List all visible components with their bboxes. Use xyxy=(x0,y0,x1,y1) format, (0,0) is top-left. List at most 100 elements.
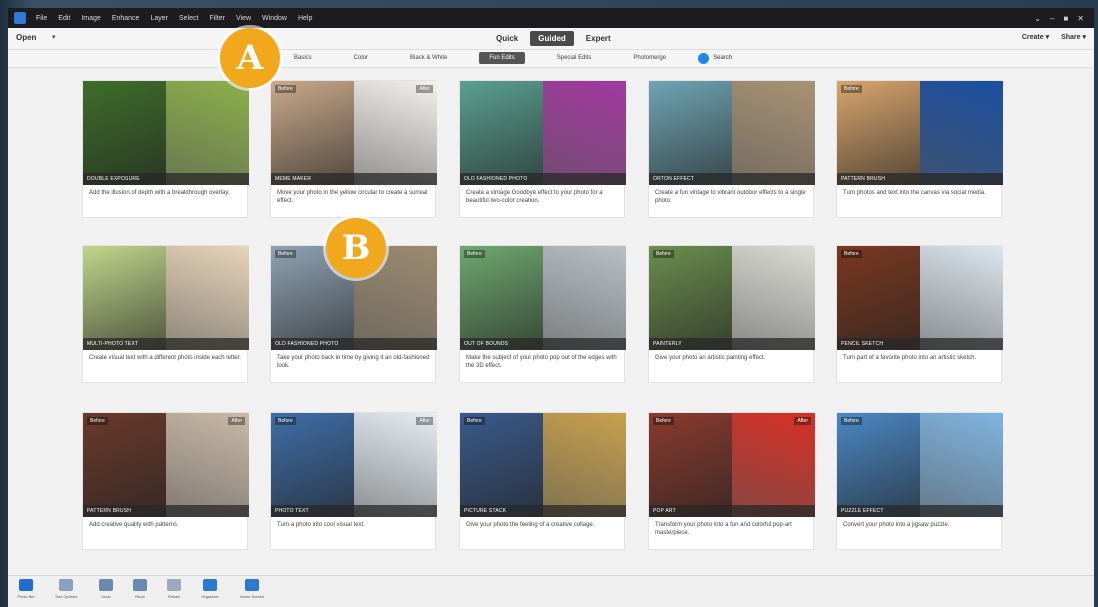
before-chip: Before xyxy=(464,250,485,258)
menu-file[interactable]: File xyxy=(36,15,47,22)
tab-color[interactable]: Color xyxy=(344,52,378,64)
minimize-icon[interactable]: – xyxy=(1050,14,1054,23)
taskbar-item[interactable]: Rotate xyxy=(160,579,188,599)
card-title: PATTERN BRUSH xyxy=(83,505,249,517)
after-image xyxy=(166,246,249,350)
taskbar-icon xyxy=(167,579,181,591)
card-description: Give your photo an artistic painting eff… xyxy=(655,355,766,361)
after-image xyxy=(920,413,1003,517)
close-icon[interactable]: ✕ xyxy=(1077,14,1084,23)
guided-edit-card[interactable]: Before PATTERN BRUSH Turn photos and text … xyxy=(836,80,1003,218)
menu-edit[interactable]: Edit xyxy=(58,15,70,22)
search-control[interactable]: Search xyxy=(698,52,732,64)
card-description: Create a fun vintage to vibrant outdoor … xyxy=(655,190,806,204)
after-image xyxy=(920,81,1003,185)
after-image xyxy=(166,81,249,185)
open-button[interactable]: Open xyxy=(16,33,36,42)
create-button[interactable]: Create ▾ xyxy=(1022,33,1049,41)
guided-edit-card[interactable]: Before After POP ART Transform your photo i… xyxy=(648,412,815,550)
tab-photomerge[interactable]: Photomerge xyxy=(623,52,676,64)
after-image xyxy=(543,413,626,517)
card-description: Turn a photo into cool visual text. xyxy=(277,522,365,528)
card-description: Turn part of a favorite photo into an ar… xyxy=(843,355,977,361)
menu-view[interactable]: View xyxy=(236,15,251,22)
before-chip: Before xyxy=(275,250,296,258)
taskbar-label: Undo xyxy=(101,594,111,599)
taskbar-label: Home Screen xyxy=(239,594,265,599)
tab-expert[interactable]: Expert xyxy=(578,31,619,46)
taskbar-item[interactable]: Photo Bin xyxy=(12,579,40,599)
card-description: Take your photo back in time by giving i… xyxy=(277,355,430,369)
after-image xyxy=(354,81,437,185)
guided-edit-card[interactable]: ORTON EFFECT Create a fun vintage to vibr… xyxy=(648,80,815,218)
taskbar-icon xyxy=(59,579,73,591)
tab-quick[interactable]: Quick xyxy=(488,31,526,46)
chevron-down-icon[interactable]: ▾ xyxy=(52,33,56,41)
guided-edit-card[interactable]: Before After PHOTO TEXT Turn a photo into c… xyxy=(270,412,437,550)
menu-layer[interactable]: Layer xyxy=(150,15,168,22)
category-toolbar: Basics Color Black & White Fun Edits Spe… xyxy=(8,50,1094,68)
card-title: PAINTERLY xyxy=(649,338,815,350)
taskbar-icon xyxy=(133,579,147,591)
guided-edit-card[interactable]: Before OUT OF BOUNDS Make the subject of y… xyxy=(459,245,626,383)
before-image xyxy=(460,246,543,350)
window-controls: ⌄ – ■ ✕ xyxy=(1034,14,1084,23)
share-button[interactable]: Share ▾ xyxy=(1061,33,1086,41)
menu-window[interactable]: Window xyxy=(262,15,287,22)
guided-edit-card[interactable]: Before PICTURE STACK Give your photo the f… xyxy=(459,412,626,550)
search-icon[interactable] xyxy=(698,52,710,64)
tab-black-white[interactable]: Black & White xyxy=(400,52,457,64)
before-image xyxy=(649,246,732,350)
guided-edit-card[interactable]: Before After PATTERN BRUSH Add creative qua… xyxy=(82,412,249,550)
guided-edit-card[interactable]: Before After MEME MAKER Move your photo in … xyxy=(270,80,437,218)
card-description: Create visual text with a different phot… xyxy=(89,355,241,361)
before-chip: Before xyxy=(464,417,485,425)
tab-fun-edits[interactable]: Fun Edits xyxy=(479,52,525,64)
taskbar-item[interactable]: Undo xyxy=(92,579,120,599)
before-chip: Before xyxy=(841,85,862,93)
maximize-icon[interactable]: ■ xyxy=(1063,14,1068,23)
taskbar-icon xyxy=(19,579,33,591)
taskbar-item[interactable]: Tool Options xyxy=(52,579,80,599)
after-image xyxy=(732,246,815,350)
card-description: Turn photos and text into the canvas via… xyxy=(843,190,986,196)
taskbar-item[interactable]: Home Screen xyxy=(238,579,266,599)
guided-edit-card[interactable]: OLD FASHIONED PHOTO Create a vintage Good… xyxy=(459,80,626,218)
app-frame: File Edit Image Enhance Layer Select Fil… xyxy=(0,0,1098,607)
tab-basics[interactable]: Basics xyxy=(284,52,322,64)
menu-select[interactable]: Select xyxy=(179,15,198,22)
card-title: PUZZLE EFFECT xyxy=(837,505,1003,517)
before-chip: Before xyxy=(275,417,296,425)
menu-bar: File Edit Image Enhance Layer Select Fil… xyxy=(8,8,1094,28)
card-thumbnail: Before PATTERN BRUSH xyxy=(837,81,1003,185)
guided-edit-card[interactable]: Before PENCIL SKETCH Turn part of a favori… xyxy=(836,245,1003,383)
card-thumbnail: Before PICTURE STACK xyxy=(460,413,626,517)
guided-edit-card[interactable]: MULTI-PHOTO TEXT Create visual text with … xyxy=(82,245,249,383)
before-image xyxy=(271,81,354,185)
before-image xyxy=(837,246,920,350)
mode-toolbar: Open ▾ Quick Guided Expert Create ▾ Shar… xyxy=(8,28,1094,50)
menu-enhance[interactable]: Enhance xyxy=(112,15,140,22)
after-image xyxy=(543,81,626,185)
card-description: Give your photo the feeling of a creativ… xyxy=(466,522,595,528)
collapse-icon[interactable]: ⌄ xyxy=(1034,14,1041,23)
menu-filter[interactable]: Filter xyxy=(209,15,225,22)
menu-help[interactable]: Help xyxy=(298,15,312,22)
taskbar-label: Organizer xyxy=(201,594,219,599)
guided-edit-card[interactable]: DOUBLE EXPOSURE Add the illusion of depth… xyxy=(82,80,249,218)
card-thumbnail: Before After MEME MAKER xyxy=(271,81,437,185)
before-image xyxy=(649,81,732,185)
guided-edit-card[interactable]: Before PUZZLE EFFECT Convert your photo in… xyxy=(836,412,1003,550)
guided-edit-card[interactable]: Before PAINTERLY Give your photo an artist… xyxy=(648,245,815,383)
card-thumbnail: Before PENCIL SKETCH xyxy=(837,246,1003,350)
taskbar-item[interactable]: Redo xyxy=(126,579,154,599)
before-image xyxy=(83,246,166,350)
tab-special-edits[interactable]: Special Edits xyxy=(547,52,602,64)
card-title: PHOTO TEXT xyxy=(271,505,437,517)
before-image xyxy=(271,413,354,517)
taskbar-item[interactable]: Organizer xyxy=(196,579,224,599)
tab-guided[interactable]: Guided xyxy=(530,31,574,46)
after-chip: After xyxy=(416,85,433,93)
menu-image[interactable]: Image xyxy=(81,15,100,22)
card-thumbnail: ORTON EFFECT xyxy=(649,81,815,185)
